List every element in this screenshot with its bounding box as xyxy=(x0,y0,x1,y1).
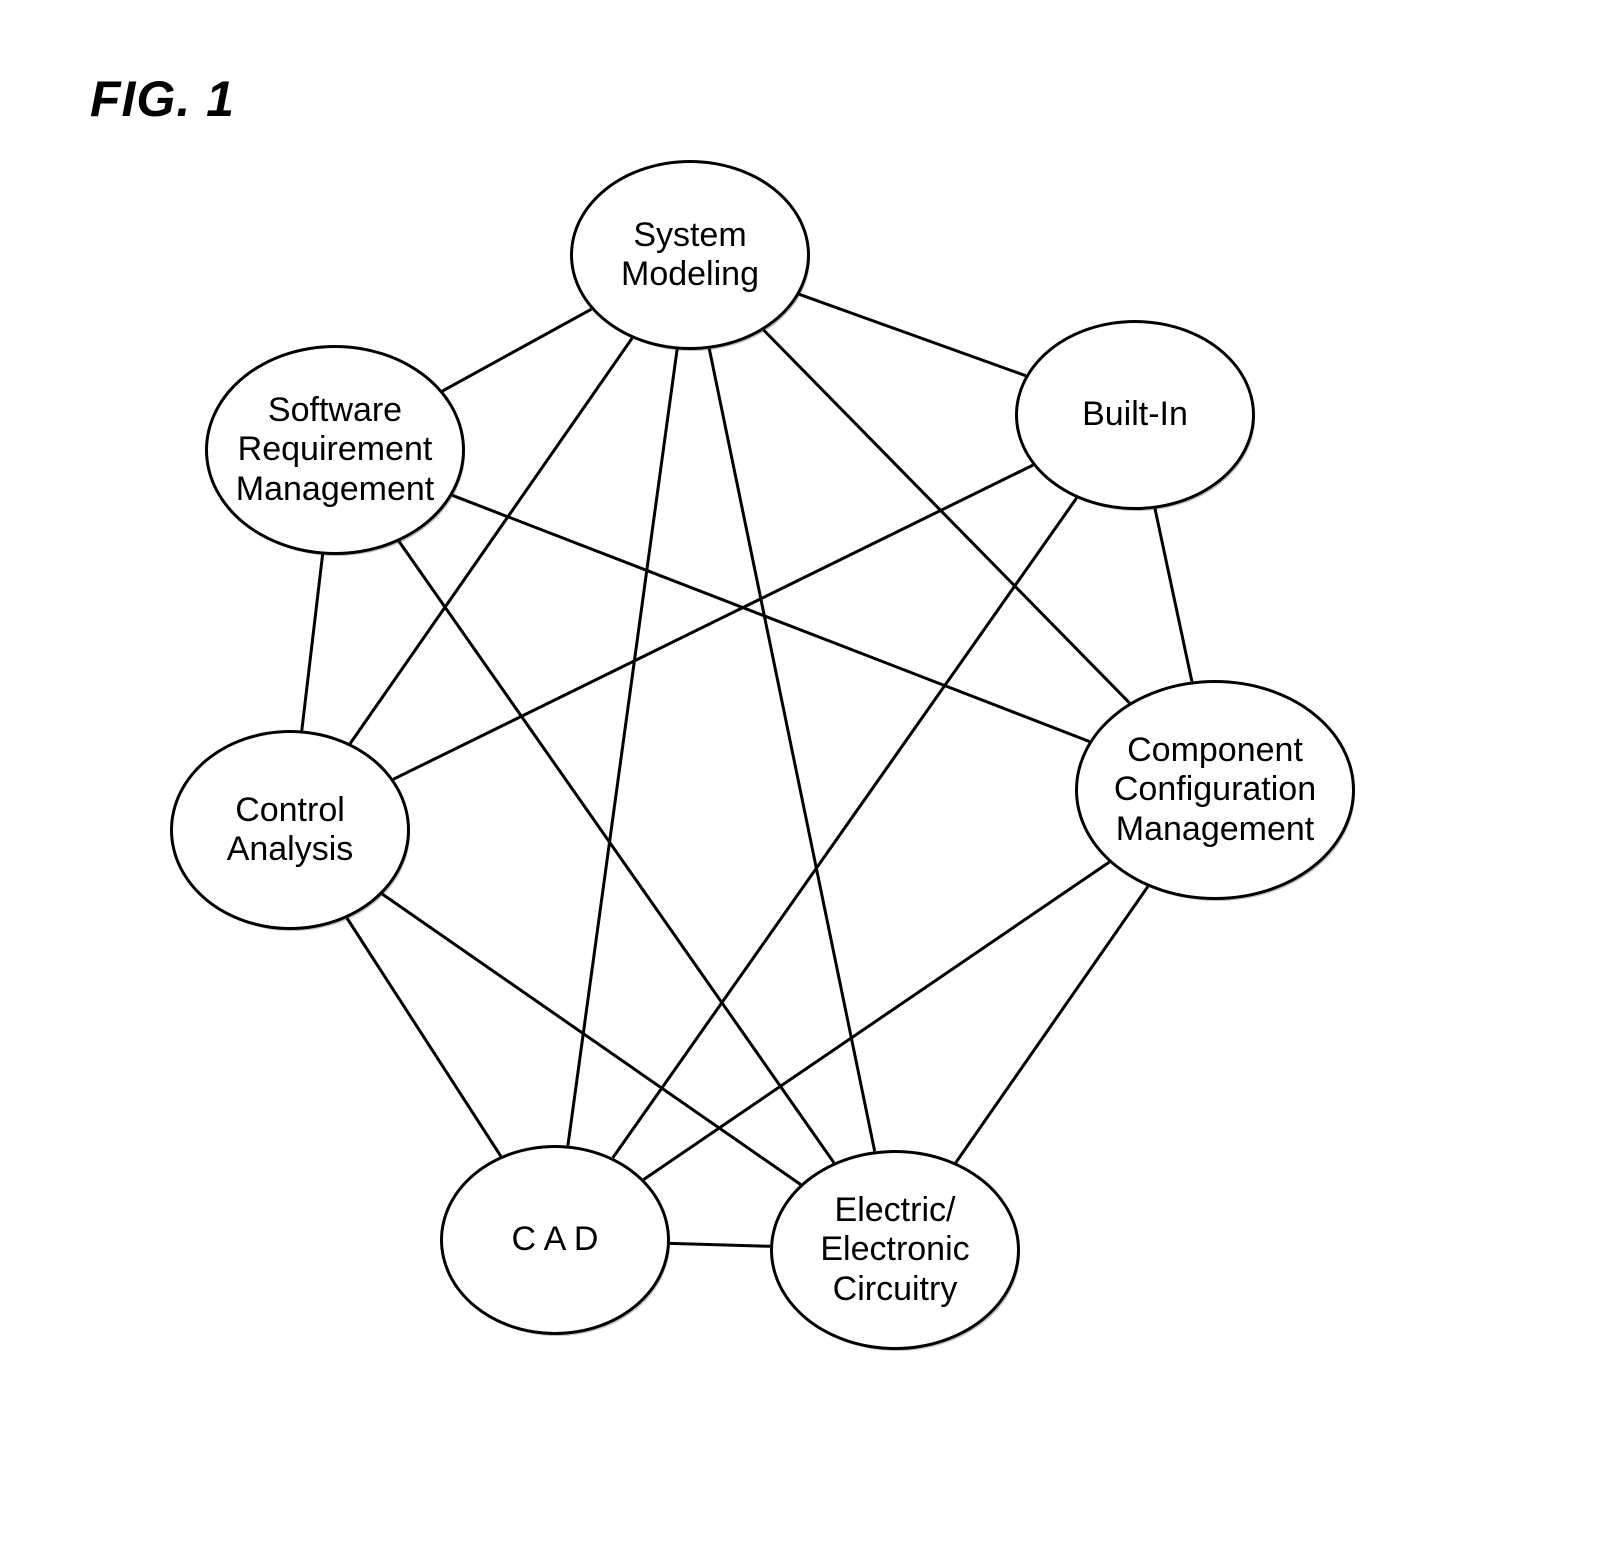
node-label: Electric/ Electronic Circuitry xyxy=(820,1191,969,1308)
edge-control-analysis-electric xyxy=(382,894,800,1185)
node-label: Component Configuration Management xyxy=(1114,731,1316,848)
edge-software-req-control-analysis xyxy=(302,555,323,731)
node-label: Built-In xyxy=(1082,395,1188,434)
edge-cad-electric xyxy=(670,1243,770,1246)
node-system-modeling: System Modeling xyxy=(570,160,810,350)
node-label: Software Requirement Management xyxy=(236,391,434,508)
edge-built-in-control-analysis xyxy=(393,465,1033,779)
edge-component-cfg-electric xyxy=(956,887,1148,1163)
node-software-req: Software Requirement Management xyxy=(205,345,465,555)
node-cad: C A D xyxy=(440,1145,670,1335)
edge-system-modeling-electric xyxy=(709,349,874,1152)
edge-system-modeling-built-in xyxy=(799,294,1025,375)
node-label: System Modeling xyxy=(621,216,759,294)
edge-built-in-cad xyxy=(613,498,1077,1158)
node-label: Control Analysis xyxy=(227,791,354,869)
node-control-analysis: Control Analysis xyxy=(170,730,410,930)
edge-system-modeling-cad xyxy=(568,349,677,1145)
edge-control-analysis-cad xyxy=(347,918,501,1156)
node-component-cfg: Component Configuration Management xyxy=(1075,680,1355,900)
node-label: C A D xyxy=(512,1220,599,1259)
node-built-in: Built-In xyxy=(1015,320,1255,510)
node-electric: Electric/ Electronic Circuitry xyxy=(770,1150,1020,1350)
edge-component-cfg-cad xyxy=(644,862,1110,1179)
edge-system-modeling-software-req xyxy=(443,309,592,391)
edge-built-in-component-cfg xyxy=(1155,509,1192,682)
